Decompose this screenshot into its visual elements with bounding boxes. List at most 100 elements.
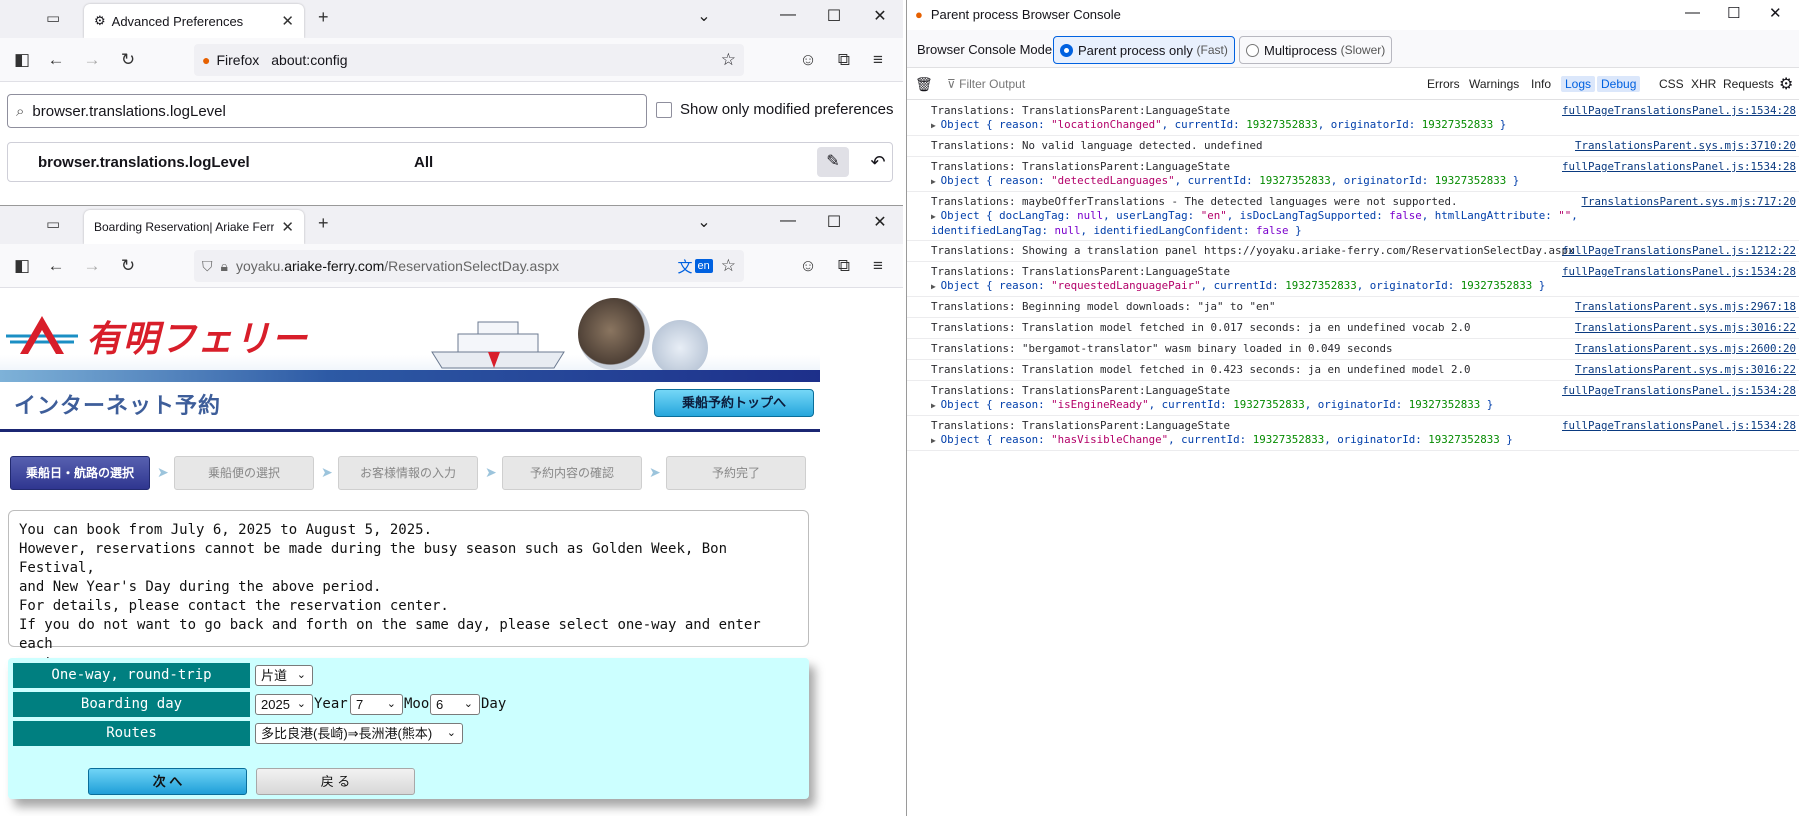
filter-output-input[interactable]: ⊽ Filter Output — [947, 77, 1025, 91]
filter-warnings[interactable]: Warnings — [1469, 77, 1519, 91]
edit-pencil-icon[interactable]: ✎ — [817, 147, 849, 177]
year-select[interactable]: 2025 ⌄ — [255, 694, 313, 715]
log-object-line[interactable]: ▶ Object { reason: "requestedLanguagePai… — [931, 279, 1799, 294]
console-minimize-button[interactable]: — — [1685, 4, 1700, 21]
log-source-link[interactable]: fullPageTranslationsPanel.js:1534:28 — [1562, 104, 1796, 118]
sidebar-icon-2[interactable]: ◧ — [10, 254, 34, 278]
expand-triangle-icon[interactable]: ▶ — [931, 212, 941, 221]
reset-arrow-icon[interactable]: ↶ — [862, 147, 894, 177]
log-object-line[interactable]: ▶ Object { reason: "detectedLanguages", … — [931, 174, 1799, 189]
maximize-button-2[interactable]: ☐ — [814, 212, 854, 232]
log-source-link[interactable]: TranslationsParent.sys.mjs:3016:22 — [1575, 321, 1796, 335]
console-settings-gear-icon[interactable]: ⚙ — [1779, 74, 1793, 94]
back-button[interactable]: 戻 る — [256, 768, 415, 795]
log-source-link[interactable]: TranslationsParent.sys.mjs:3016:22 — [1575, 363, 1796, 377]
log-object-line[interactable]: ▶ Object { docLangTag: null, userLangTag… — [931, 209, 1799, 224]
log-token: , currentId: — [1200, 279, 1286, 292]
bookmark-star-icon[interactable]: ☆ — [721, 50, 736, 70]
expand-triangle-icon[interactable]: ▶ — [931, 282, 941, 291]
tab-list-icon[interactable]: ▭ — [46, 9, 60, 27]
log-source-link[interactable]: fullPageTranslationsPanel.js:1212:22 — [1562, 244, 1796, 258]
show-modified-checkbox[interactable] — [656, 102, 672, 118]
config-search-input[interactable]: ⌕ browser.translations.logLevel — [7, 94, 647, 128]
back-icon-2[interactable]: ← — [44, 254, 68, 278]
route-select[interactable]: 多比良港(長崎)⇒長洲港(熊本) ⌄ — [255, 723, 463, 744]
url-domain: ariake-ferry.com — [284, 258, 385, 274]
account-icon[interactable]: ☺ — [796, 48, 820, 72]
filter-info[interactable]: Info — [1531, 77, 1551, 91]
tab-advanced-preferences[interactable]: ⚙ Advanced Preferences ✕ — [84, 4, 304, 38]
translate-language-badge[interactable]: en — [694, 259, 713, 273]
translate-icon[interactable]: 文 — [677, 256, 692, 277]
log-source-link[interactable]: TranslationsParent.sys.mjs:717:20 — [1581, 195, 1796, 209]
minimize-button[interactable]: — — [768, 6, 808, 24]
new-tab-button-2[interactable]: + — [318, 213, 329, 234]
expand-triangle-icon[interactable]: ▶ — [931, 121, 941, 130]
log-token: false — [1389, 209, 1422, 222]
reservation-top-button[interactable]: 乗船予約トップへ — [654, 389, 814, 417]
forward-icon[interactable]: → — [80, 48, 104, 72]
log-token: Object { reason: — [940, 398, 1052, 411]
log-source-link[interactable]: fullPageTranslationsPanel.js:1534:28 — [1562, 384, 1796, 398]
month-select[interactable]: 7 ⌄ — [350, 694, 403, 715]
multiprocess-radio[interactable]: Multiprocess (Slower) — [1239, 36, 1393, 64]
next-button[interactable]: 次 へ — [88, 768, 247, 795]
console-close-button[interactable]: ✕ — [1769, 4, 1782, 22]
reload-icon[interactable]: ↻ — [116, 48, 140, 72]
log-source-link[interactable]: TranslationsParent.sys.mjs:2600:20 — [1575, 342, 1796, 356]
log-object-line[interactable]: ▶ Object { reason: "hasVisibleChange", c… — [931, 433, 1799, 448]
window-close-button-2[interactable]: ✕ — [860, 212, 900, 232]
log-source-link[interactable]: fullPageTranslationsPanel.js:1534:28 — [1562, 265, 1796, 279]
list-all-tabs-icon-2[interactable]: ⌄ — [684, 212, 724, 232]
expand-triangle-icon[interactable]: ▶ — [931, 401, 941, 410]
close-tab-icon-2[interactable]: ✕ — [281, 218, 294, 236]
day-select[interactable]: 6 ⌄ — [430, 694, 480, 715]
forward-icon-2[interactable]: → — [80, 254, 104, 278]
filter-xhr[interactable]: XHR — [1691, 77, 1716, 91]
tab-list-icon-2[interactable]: ▭ — [46, 215, 60, 233]
log-source-link[interactable]: fullPageTranslationsPanel.js:1534:28 — [1562, 160, 1796, 174]
minimize-button-2[interactable]: — — [768, 212, 808, 230]
log-object-line[interactable]: ▶ Object { reason: "locationChanged", cu… — [931, 118, 1799, 133]
log-object-line[interactable]: ▶ Object { reason: "isEngineReady", curr… — [931, 398, 1799, 413]
filter-errors[interactable]: Errors — [1427, 77, 1460, 91]
bookmark-star-icon-2[interactable]: ☆ — [721, 256, 736, 276]
menu-icon-2[interactable]: ≡ — [866, 254, 890, 278]
trash-icon[interactable]: 🗑︎ — [915, 76, 933, 93]
close-tab-icon[interactable]: ✕ — [281, 12, 294, 30]
extensions-icon-2[interactable]: ⧉ — [832, 254, 856, 278]
reload-icon-2[interactable]: ↻ — [116, 254, 140, 278]
sidebar-icon[interactable]: ◧ — [10, 48, 34, 72]
log-source-link[interactable]: TranslationsParent.sys.mjs:2967:18 — [1575, 300, 1796, 314]
filter-requests[interactable]: Requests — [1723, 77, 1774, 91]
filter-debug[interactable]: Debug — [1597, 76, 1641, 92]
menu-icon[interactable]: ≡ — [866, 48, 890, 72]
expand-triangle-icon[interactable]: ▶ — [931, 177, 941, 186]
url-bar-2[interactable]: ⛉ 🔒︎ yoyaku. ariake-ferry.com/Reservation… — [194, 250, 744, 282]
notice-line: For details, please contact the reservat… — [19, 598, 449, 614]
console-maximize-button[interactable]: ☐ — [1727, 4, 1740, 22]
filter-css[interactable]: CSS — [1659, 77, 1684, 91]
tab-boarding-reservation[interactable]: Boarding Reservation| Ariake Ferry E ✕ — [84, 210, 304, 244]
expand-triangle-icon[interactable]: ▶ — [931, 436, 941, 445]
back-icon[interactable]: ← — [44, 48, 68, 72]
url-bar[interactable]: ● Firefox about:config ☆ — [194, 44, 744, 76]
log-token: , originatorId: — [1356, 279, 1461, 292]
log-source-link[interactable]: TranslationsParent.sys.mjs:3710:20 — [1575, 139, 1796, 153]
new-tab-button[interactable]: + — [318, 7, 329, 28]
filter-logs[interactable]: Logs — [1561, 76, 1596, 92]
log-source-link[interactable]: fullPageTranslationsPanel.js:1534:28 — [1562, 419, 1796, 433]
log-token: null — [1054, 224, 1081, 237]
extensions-icon[interactable]: ⧉ — [832, 48, 856, 72]
parent-process-radio[interactable]: Parent process only (Fast) — [1053, 36, 1235, 64]
log-token: "requestedLanguagePair" — [1051, 279, 1201, 292]
account-icon-2[interactable]: ☺ — [796, 254, 820, 278]
list-all-tabs-icon[interactable]: ⌄ — [684, 6, 724, 26]
filter-icon: ⊽ — [947, 77, 956, 91]
window-close-button[interactable]: ✕ — [860, 6, 900, 26]
tab-title-2: Boarding Reservation| Ariake Ferry E — [94, 220, 274, 234]
log-token: "en" — [1200, 209, 1227, 222]
log-token: , htmlLangAttribute: — [1421, 209, 1559, 222]
trip-type-select[interactable]: 片道 ⌄ — [255, 665, 313, 686]
maximize-button[interactable]: ☐ — [814, 6, 854, 26]
